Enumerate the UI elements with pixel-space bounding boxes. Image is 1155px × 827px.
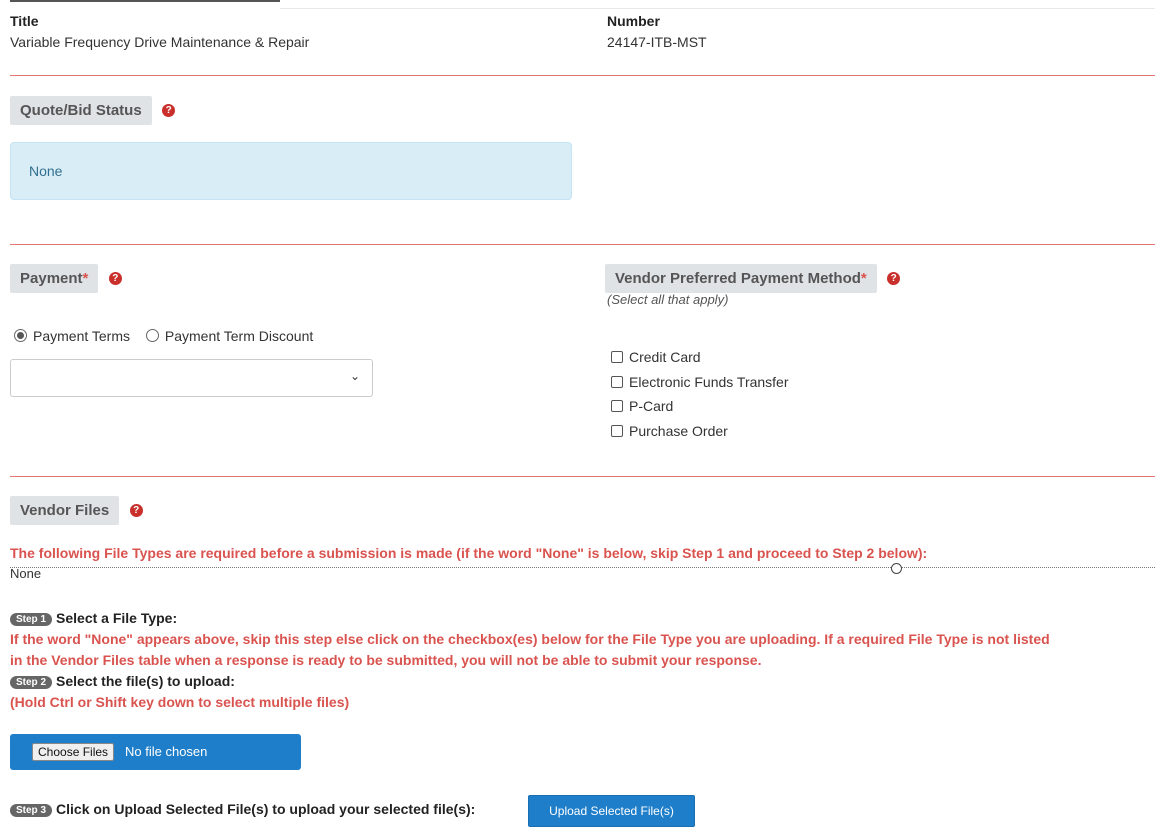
required-mark: * xyxy=(860,270,867,287)
chevron-down-icon: ⌄ xyxy=(349,369,360,383)
step2-row: Step 2 Select the file(s) to upload: xyxy=(10,673,235,691)
checkbox-purchase-order[interactable]: Purchase Order xyxy=(611,423,728,439)
radio-label: Payment Term Discount xyxy=(164,328,314,344)
resize-handle[interactable] xyxy=(891,563,902,574)
help-icon[interactable]: ? xyxy=(887,272,901,286)
step3-badge: Step 3 xyxy=(10,804,53,817)
step2-title: Select the file(s) to upload: xyxy=(56,673,235,689)
checkbox-icon[interactable] xyxy=(611,400,623,412)
checkbox-p-card[interactable]: P-Card xyxy=(611,398,673,414)
upload-selected-files-button[interactable]: Upload Selected File(s) xyxy=(528,795,695,827)
checkbox-icon[interactable] xyxy=(611,425,623,437)
vendor-payment-heading: Vendor Preferred Payment Method* xyxy=(605,264,877,293)
vendor-payment-subtitle: (Select all that apply) xyxy=(607,292,729,307)
vendor-payment-heading-row: Vendor Preferred Payment Method* ? xyxy=(605,264,901,293)
radio-payment-term-discount[interactable]: Payment Term Discount xyxy=(145,328,314,344)
step3-row: Step 3 Click on Upload Selected File(s) t… xyxy=(10,801,475,819)
step1-row: Step 1 Select a File Type: xyxy=(10,610,177,628)
number-label: Number xyxy=(607,13,660,29)
vendor-files-heading-row: Vendor Files ? xyxy=(10,496,143,525)
step1-title: Select a File Type: xyxy=(56,610,178,626)
help-icon[interactable]: ? xyxy=(129,504,143,518)
required-file-types-value: None xyxy=(10,566,42,581)
title-label: Title xyxy=(10,13,39,29)
section-divider xyxy=(10,476,1155,477)
no-file-text: No file chosen xyxy=(125,744,208,759)
vendor-payment-heading-text: Vendor Preferred Payment Method xyxy=(615,270,861,287)
number-value: 24147-ITB-MST xyxy=(607,34,707,50)
step2-hint: (Hold Ctrl or Shift key down to select m… xyxy=(10,694,350,710)
payment-terms-select[interactable]: ⌄ xyxy=(10,359,373,397)
required-mark: * xyxy=(82,270,89,287)
file-input[interactable]: Choose Files No file chosen xyxy=(10,734,301,770)
checkbox-icon[interactable] xyxy=(611,376,623,388)
step2-badge: Step 2 xyxy=(10,676,53,689)
checkbox-eft[interactable]: Electronic Funds Transfer xyxy=(611,374,789,390)
step1-badge: Step 1 xyxy=(10,613,53,626)
section-divider xyxy=(10,244,1155,245)
checkbox-label: Purchase Order xyxy=(629,423,728,439)
checkbox-icon[interactable] xyxy=(611,351,623,363)
payment-heading-text: Payment xyxy=(20,270,83,287)
quote-bid-heading: Quote/Bid Status xyxy=(10,96,152,125)
dotted-divider xyxy=(10,567,1155,568)
title-value: Variable Frequency Drive Maintenance & R… xyxy=(10,34,310,50)
help-icon[interactable]: ? xyxy=(108,272,122,286)
top-divider-light xyxy=(280,8,1155,9)
step3-title: Click on Upload Selected File(s) to uplo… xyxy=(56,801,476,817)
help-icon[interactable]: ? xyxy=(162,104,176,118)
step1-instructions-line1: If the word "None" appears above, skip t… xyxy=(10,631,1050,647)
payment-heading: Payment* xyxy=(10,264,99,293)
radio-unselected-icon[interactable] xyxy=(145,329,159,342)
choose-files-button[interactable]: Choose Files xyxy=(32,743,115,761)
checkbox-label: P-Card xyxy=(629,398,674,414)
vendor-files-heading: Vendor Files xyxy=(10,496,120,525)
payment-radio-group: Payment Terms Payment Term Discount xyxy=(14,328,313,344)
required-file-types-text: The following File Types are required be… xyxy=(10,545,928,561)
quote-bid-status-value: None xyxy=(29,163,63,179)
radio-payment-terms[interactable]: Payment Terms xyxy=(14,328,130,344)
section-divider xyxy=(10,75,1155,76)
checkbox-label: Electronic Funds Transfer xyxy=(629,374,789,390)
top-divider xyxy=(10,0,280,2)
radio-selected-icon[interactable] xyxy=(14,329,27,342)
quote-bid-heading-row: Quote/Bid Status ? xyxy=(10,96,176,125)
checkbox-label: Credit Card xyxy=(629,349,701,365)
radio-label: Payment Terms xyxy=(33,328,130,344)
step1-instructions-line2: in the Vendor Files table when a respons… xyxy=(10,652,762,668)
payment-heading-row: Payment* ? xyxy=(10,264,122,293)
checkbox-credit-card[interactable]: Credit Card xyxy=(611,349,701,365)
quote-bid-status-box: None xyxy=(10,142,572,200)
